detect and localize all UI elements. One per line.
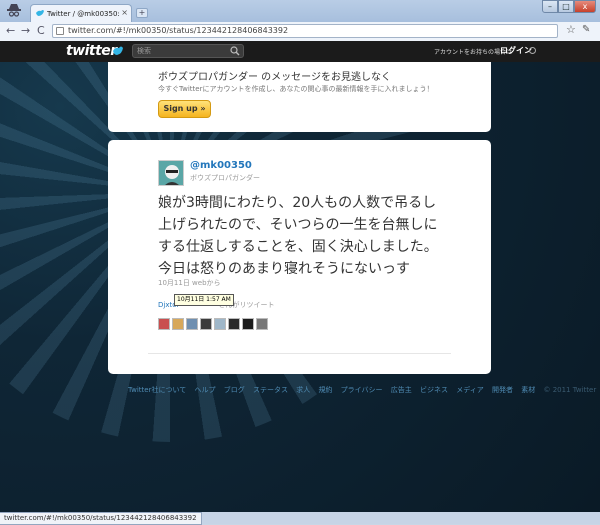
twitter-bird-icon xyxy=(36,10,44,16)
browser-titlebar: Twitter / @mk00350: 娘が3時間… × + – □ x xyxy=(0,0,600,22)
twitter-topbar: twitter 検索 アカウントをお持ちの場合は ログイン xyxy=(0,41,600,63)
tweet-card: @mk00350 ボウズプロパガンダー 娘が3時間にわたり、20人もの人数で吊る… xyxy=(108,140,491,374)
footer-link[interactable]: ヘルプ xyxy=(195,386,216,394)
new-tab-button[interactable]: + xyxy=(136,8,148,18)
footer-link[interactable]: ビジネス xyxy=(420,386,448,394)
tweet-handle[interactable]: @mk00350 xyxy=(190,160,252,171)
retweeter-avatar[interactable] xyxy=(186,318,198,330)
retweeter-avatar[interactable] xyxy=(256,318,268,330)
reload-button[interactable]: C xyxy=(37,25,45,37)
footer-link[interactable]: プライバシー xyxy=(341,386,383,394)
tweet-meta[interactable]: 10月11日 webから xyxy=(158,278,221,288)
timestamp-tooltip: 10月11日 1:57 AM xyxy=(174,294,234,306)
footer-link[interactable]: ブログ xyxy=(224,386,245,394)
twitter-logo[interactable]: twitter xyxy=(66,43,117,59)
browser-tab[interactable]: Twitter / @mk00350: 娘が3時間… × xyxy=(30,4,132,22)
login-link[interactable]: ログイン xyxy=(500,45,532,56)
signup-button[interactable]: Sign up » xyxy=(158,100,211,118)
bookmark-star-icon[interactable]: ☆ xyxy=(566,23,576,36)
footer-link[interactable]: 開発者 xyxy=(492,386,513,394)
search-icon[interactable] xyxy=(230,46,240,56)
retweeter-avatar[interactable] xyxy=(242,318,254,330)
address-url: twitter.com/#!/mk00350/status/1234421284… xyxy=(68,26,289,35)
login-dropdown-icon[interactable] xyxy=(529,47,536,54)
promo-subtitle: 今すぐTwitterにアカウントを作成し、あなたの関心事の最新情報を手に入れまし… xyxy=(158,85,434,93)
footer-links: Twitter社について ヘルプ ブログ ステータス 求人 規約 プライバシー … xyxy=(128,385,600,395)
status-url: twitter.com/#!/mk00350/status/1234421284… xyxy=(0,512,202,525)
wrench-menu-icon[interactable]: ✎ xyxy=(582,24,590,35)
retweeter-avatar[interactable] xyxy=(228,318,240,330)
retweeter-avatar[interactable] xyxy=(172,318,184,330)
tab-close-icon[interactable]: × xyxy=(121,8,128,17)
footer-link[interactable]: メディア xyxy=(456,386,484,394)
avatar[interactable] xyxy=(158,160,184,186)
retweeter-avatar[interactable] xyxy=(200,318,212,330)
retweeter-avatar[interactable] xyxy=(158,318,170,330)
footer-link[interactable]: 規約 xyxy=(318,386,332,394)
incognito-icon xyxy=(7,4,21,17)
tab-title: Twitter / @mk00350: 娘が3時間… xyxy=(47,10,121,18)
copyright: © 2011 Twitter xyxy=(543,386,597,394)
page-icon xyxy=(56,27,64,35)
signup-promo: ボウズプロパガンダー のメッセージをお見逃しなく 今すぐTwitterにアカウン… xyxy=(108,62,491,132)
footer-link[interactable]: Twitter社について xyxy=(128,386,186,394)
tweet-text: 娘が3時間にわたり、20人もの人数で吊るし上げられたので、そいつらの一生を台無し… xyxy=(158,195,438,277)
card-divider xyxy=(148,353,451,354)
browser-statusbar: twitter.com/#!/mk00350/status/1234421284… xyxy=(0,512,600,525)
retweeter-avatar[interactable] xyxy=(214,318,226,330)
forward-button[interactable]: → xyxy=(21,25,30,37)
tweet-author-name: ボウズプロパガンダー xyxy=(190,174,260,182)
footer-link[interactable]: 素材 xyxy=(521,386,535,394)
address-bar[interactable]: twitter.com/#!/mk00350/status/1234421284… xyxy=(52,24,558,38)
close-window-button[interactable]: x xyxy=(574,0,596,13)
search-placeholder: 検索 xyxy=(137,47,151,55)
browser-toolbar: ← → C twitter.com/#!/mk00350/status/1234… xyxy=(0,22,600,42)
twitter-bird-icon xyxy=(113,46,123,55)
avatar-image-icon xyxy=(159,161,183,185)
footer-link[interactable]: 求人 xyxy=(296,386,310,394)
maximize-button[interactable]: □ xyxy=(558,0,574,13)
search-input[interactable]: 検索 xyxy=(132,44,244,58)
back-button[interactable]: ← xyxy=(6,25,15,37)
minimize-button[interactable]: – xyxy=(542,0,558,13)
promo-title: ボウズプロパガンダー のメッセージをお見逃しなく xyxy=(158,72,391,83)
footer-link[interactable]: 広告主 xyxy=(391,386,412,394)
footer-link[interactable]: ステータス xyxy=(253,386,288,394)
